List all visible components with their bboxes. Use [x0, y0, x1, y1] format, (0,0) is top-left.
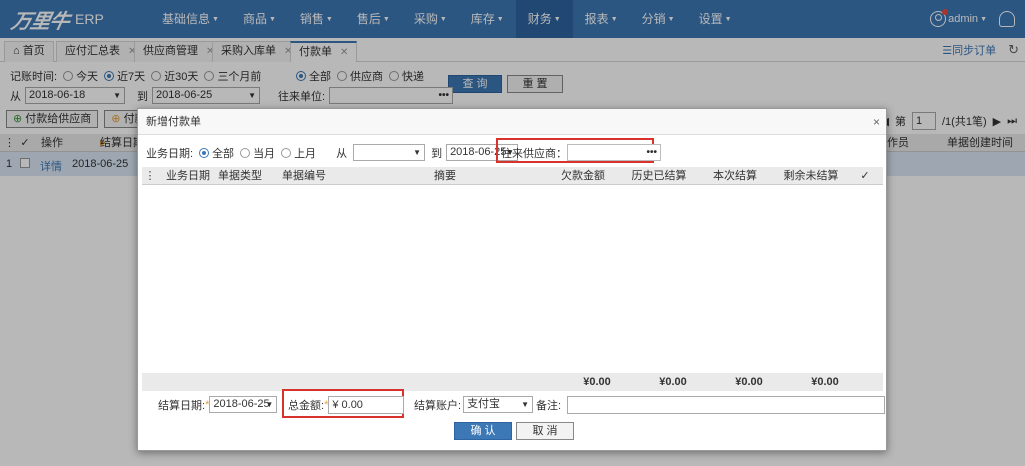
supplier-label: 往来供应商：	[501, 147, 567, 160]
supplier-select[interactable]: •••	[567, 144, 661, 161]
from-date-select[interactable]: ▼	[353, 144, 426, 161]
select-all-check-icon[interactable]: ✓	[854, 167, 876, 185]
column-header: 剩余未结算	[783, 170, 839, 182]
column-header: 摘要	[434, 170, 456, 182]
dialog-title: 新增付款单	[146, 116, 201, 128]
chevron-down-icon: ▼	[521, 400, 530, 409]
confirm-button[interactable]: 确 认	[454, 422, 512, 440]
column-header: 欠款金额	[561, 170, 605, 182]
total-remaining: ¥0.00	[811, 376, 839, 388]
chevron-down-icon: ▼	[265, 400, 274, 409]
remark-label: 备注:	[536, 400, 562, 412]
new-payment-dialog: 新增付款单 × 业务日期: 全部 当月 上月 从 ▼ 到 2018-06-25 ▼…	[137, 108, 887, 451]
from-label: 从	[336, 147, 348, 160]
total-this-settlement: ¥0.00	[735, 376, 763, 388]
cancel-button[interactable]: 取 消	[516, 422, 574, 440]
column-header: 单据编号	[282, 170, 326, 182]
settle-date-label: 结算日期:	[158, 399, 206, 412]
total-history-settled: ¥0.00	[659, 376, 687, 388]
total-amount-field: 总金额: * ¥ 0.00	[288, 396, 405, 414]
settle-date-value: 2018-06-25	[213, 398, 270, 410]
settle-date-select[interactable]: 2018-06-25 ▼	[209, 396, 278, 413]
radio-label: 当月	[253, 147, 276, 160]
radio-all[interactable]	[199, 147, 210, 158]
total-debt: ¥0.00	[583, 376, 611, 388]
total-amount-label: 总金额:	[288, 400, 325, 412]
detail-table-body	[142, 185, 883, 373]
detail-table-totals: ¥0.00 ¥0.00 ¥0.00 ¥0.00	[142, 373, 883, 391]
chevron-down-icon: ▼	[413, 148, 422, 157]
account-select[interactable]: 支付宝 ▼	[463, 396, 534, 413]
total-amount-input[interactable]: ¥ 0.00	[328, 396, 405, 414]
supplier-filter: 往来供应商： •••	[501, 144, 661, 161]
dialog-titlebar: 新增付款单 ×	[138, 109, 886, 135]
column-menu-icon[interactable]: ⋮	[144, 167, 156, 185]
to-label: 到	[431, 147, 443, 160]
more-icon: •••	[646, 147, 657, 158]
column-header: 历史已结算	[631, 170, 687, 182]
radio-label: 全部	[212, 147, 235, 160]
column-header: 本次结算	[713, 170, 757, 182]
settle-account-field: 结算账户: 支付宝 ▼	[414, 396, 534, 413]
account-value: 支付宝	[467, 398, 501, 410]
biz-date-label: 业务日期:	[146, 147, 194, 160]
detail-table-header: ⋮ 业务日期 单据类型 单据编号 摘要 欠款金额 历史已结算 本次结算 剩余未结…	[142, 167, 883, 185]
remark-input[interactable]	[567, 396, 886, 414]
radio-this-month[interactable]	[240, 147, 251, 158]
account-label: 结算账户:	[414, 399, 462, 412]
radio-label: 上月	[294, 147, 317, 160]
settle-date-field: 结算日期: * 2018-06-25 ▼	[158, 396, 278, 413]
column-header: 单据类型	[218, 170, 262, 182]
column-header: 业务日期	[166, 170, 210, 182]
radio-last-month[interactable]	[281, 147, 292, 158]
modal-backdrop-top	[0, 0, 1025, 104]
close-icon[interactable]: ×	[873, 109, 880, 135]
remark-field: 备注:	[536, 396, 886, 414]
biz-date-filter: 业务日期: 全部 当月 上月 从 ▼ 到 2018-06-25 ▼	[146, 144, 519, 161]
